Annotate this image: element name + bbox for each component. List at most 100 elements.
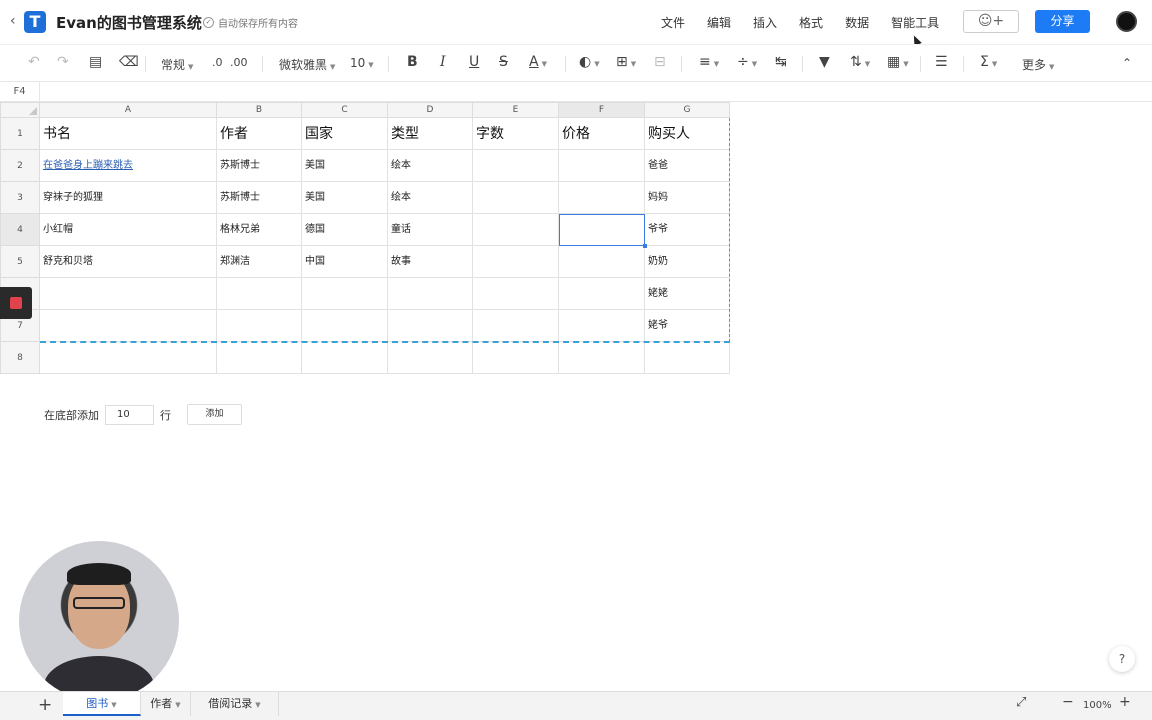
row-header-2[interactable]: 2 xyxy=(0,150,40,182)
cell-g7[interactable]: 姥爷 xyxy=(645,310,730,342)
help-button[interactable]: ? xyxy=(1109,646,1135,672)
cell-b5[interactable]: 郑渊洁 xyxy=(217,246,302,278)
cell-c1[interactable]: 国家 xyxy=(302,118,388,150)
cell-e3[interactable] xyxy=(473,182,559,214)
sort-icon[interactable]: ⇅ ▼ xyxy=(850,54,870,70)
menu-format[interactable]: 格式 xyxy=(799,14,823,31)
cell-g6[interactable]: 姥姥 xyxy=(645,278,730,310)
fullscreen-icon[interactable]: ⤢ xyxy=(1016,695,1026,710)
stop-recording-button[interactable] xyxy=(0,287,32,319)
cell-e7[interactable] xyxy=(473,310,559,342)
horizontal-align-icon[interactable]: ≡ ▼ xyxy=(699,54,719,70)
sheet-tab-authors[interactable]: 作者 ▼ xyxy=(141,692,191,716)
cell-b6[interactable] xyxy=(217,278,302,310)
cell-g5[interactable]: 奶奶 xyxy=(645,246,730,278)
cell-f1[interactable]: 价格 xyxy=(559,118,645,150)
cell-d2[interactable]: 绘本 xyxy=(388,150,473,182)
strikethrough-button[interactable]: S xyxy=(499,54,508,70)
cell-e4[interactable] xyxy=(473,214,559,246)
cell-a3[interactable]: 穿袜子的狐狸 xyxy=(40,182,217,214)
sum-button[interactable]: Σ ▼ xyxy=(980,54,997,70)
cell-b1[interactable]: 作者 xyxy=(217,118,302,150)
cell-c7[interactable] xyxy=(302,310,388,342)
borders-icon[interactable]: ⊞ ▼ xyxy=(616,54,636,70)
row-header-8[interactable]: 8 xyxy=(0,342,40,374)
conditional-format-icon[interactable]: ▦ ▼ xyxy=(887,54,909,70)
font-color-button[interactable]: A ▼ xyxy=(529,54,547,70)
cell-f8[interactable] xyxy=(559,342,645,374)
column-header-g[interactable]: G xyxy=(645,102,730,118)
italic-button[interactable]: I xyxy=(440,54,446,70)
cell-d6[interactable] xyxy=(388,278,473,310)
zoom-in-button[interactable]: + xyxy=(1119,694,1131,710)
cell-e1[interactable]: 字数 xyxy=(473,118,559,150)
sheet-tab-books[interactable]: 图书 ▼ xyxy=(63,692,141,716)
cell-reference[interactable]: F4 xyxy=(0,82,40,102)
row-header-4[interactable]: 4 xyxy=(0,214,40,246)
cell-d8[interactable] xyxy=(388,342,473,374)
add-rows-button[interactable]: 添加 xyxy=(187,404,242,425)
underline-button[interactable]: U xyxy=(469,54,479,70)
cell-c6[interactable] xyxy=(302,278,388,310)
cell-a1[interactable]: 书名 xyxy=(40,118,217,150)
cell-a7[interactable] xyxy=(40,310,217,342)
cell-f7[interactable] xyxy=(559,310,645,342)
cell-c5[interactable]: 中国 xyxy=(302,246,388,278)
row-header-1[interactable]: 1 xyxy=(0,118,40,150)
cell-g8[interactable] xyxy=(645,342,730,374)
column-header-d[interactable]: D xyxy=(388,102,473,118)
add-rows-count-input[interactable]: 10 xyxy=(105,404,154,425)
wrap-text-icon[interactable]: ↹ xyxy=(775,54,787,70)
menu-smart-tools[interactable]: 智能工具 xyxy=(891,14,939,31)
cell-a6[interactable] xyxy=(40,278,217,310)
row-header-5[interactable]: 5 xyxy=(0,246,40,278)
data-validation-icon[interactable]: ☰ xyxy=(935,54,948,70)
decrease-decimal-button[interactable]: .0 xyxy=(212,56,223,69)
cell-a2[interactable]: 在爸爸身上蹦来跳去 xyxy=(40,150,217,182)
collapse-toolbar-icon[interactable]: ⌃ xyxy=(1122,56,1132,70)
number-format-select[interactable]: 常规 ▼ xyxy=(161,56,193,73)
cell-f5[interactable] xyxy=(559,246,645,278)
font-family-select[interactable]: 微软雅黑 ▼ xyxy=(279,56,335,73)
share-button[interactable]: 分享 xyxy=(1035,10,1090,33)
cell-e6[interactable] xyxy=(473,278,559,310)
cell-d1[interactable]: 类型 xyxy=(388,118,473,150)
cell-g2[interactable]: 爸爸 xyxy=(645,150,730,182)
select-all-corner[interactable] xyxy=(0,102,40,118)
cell-a5[interactable]: 舒克和贝塔 xyxy=(40,246,217,278)
cell-f6[interactable] xyxy=(559,278,645,310)
cell-f3[interactable] xyxy=(559,182,645,214)
eraser-icon[interactable]: ⌫ xyxy=(119,54,139,70)
cell-b4[interactable]: 格林兄弟 xyxy=(217,214,302,246)
cell-b7[interactable] xyxy=(217,310,302,342)
undo-icon[interactable]: ↶ xyxy=(28,54,40,70)
cell-c3[interactable]: 美国 xyxy=(302,182,388,214)
add-sheet-icon[interactable]: + xyxy=(38,695,52,715)
document-title[interactable]: Evan的图书管理系统 xyxy=(56,12,202,33)
avatar[interactable] xyxy=(1116,11,1137,32)
filter-icon[interactable]: ▼ xyxy=(819,54,830,70)
cell-g4[interactable]: 爷爷 xyxy=(645,214,730,246)
cell-e8[interactable] xyxy=(473,342,559,374)
column-header-b[interactable]: B xyxy=(217,102,302,118)
fill-color-icon[interactable]: ◐ ▼ xyxy=(579,54,600,70)
cell-c2[interactable]: 美国 xyxy=(302,150,388,182)
merge-cells-icon[interactable]: ⊟ xyxy=(654,54,666,70)
cell-c8[interactable] xyxy=(302,342,388,374)
column-header-c[interactable]: C xyxy=(302,102,388,118)
cell-d7[interactable] xyxy=(388,310,473,342)
add-collaborator-button[interactable]: ☺+ xyxy=(963,10,1019,33)
cell-b8[interactable] xyxy=(217,342,302,374)
cell-e5[interactable] xyxy=(473,246,559,278)
increase-decimal-button[interactable]: .00 xyxy=(230,56,248,69)
menu-file[interactable]: 文件 xyxy=(661,14,685,31)
zoom-out-button[interactable]: − xyxy=(1062,694,1074,710)
bold-button[interactable]: B xyxy=(407,54,418,70)
cell-d5[interactable]: 故事 xyxy=(388,246,473,278)
format-painter-icon[interactable]: ▤ xyxy=(89,54,102,70)
cell-e2[interactable] xyxy=(473,150,559,182)
menu-edit[interactable]: 编辑 xyxy=(707,14,731,31)
cell-a4[interactable]: 小红帽 xyxy=(40,214,217,246)
menu-insert[interactable]: 插入 xyxy=(753,14,777,31)
font-size-select[interactable]: 10 ▼ xyxy=(350,56,374,70)
